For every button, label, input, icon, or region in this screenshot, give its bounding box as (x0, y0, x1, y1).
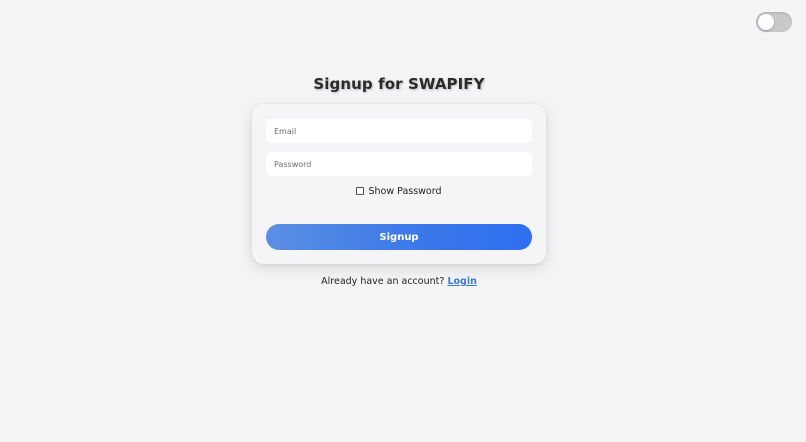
password-input[interactable] (266, 152, 532, 176)
email-input[interactable] (266, 119, 532, 143)
page-title: Signup for SWAPIFY (313, 75, 485, 93)
signup-button[interactable]: Signup (266, 224, 532, 250)
show-password-checkbox[interactable] (356, 187, 365, 195)
show-password-label[interactable]: Show Password (368, 186, 441, 197)
login-link[interactable]: Login (447, 276, 476, 287)
login-prompt: Already have an account? Login (0, 276, 798, 287)
show-password-row: Show Password (252, 184, 546, 198)
theme-toggle[interactable] (756, 12, 792, 32)
login-prompt-text: Already have an account? (321, 276, 445, 287)
theme-toggle-knob (758, 14, 774, 30)
signup-card: Show Password Signup (252, 104, 546, 264)
